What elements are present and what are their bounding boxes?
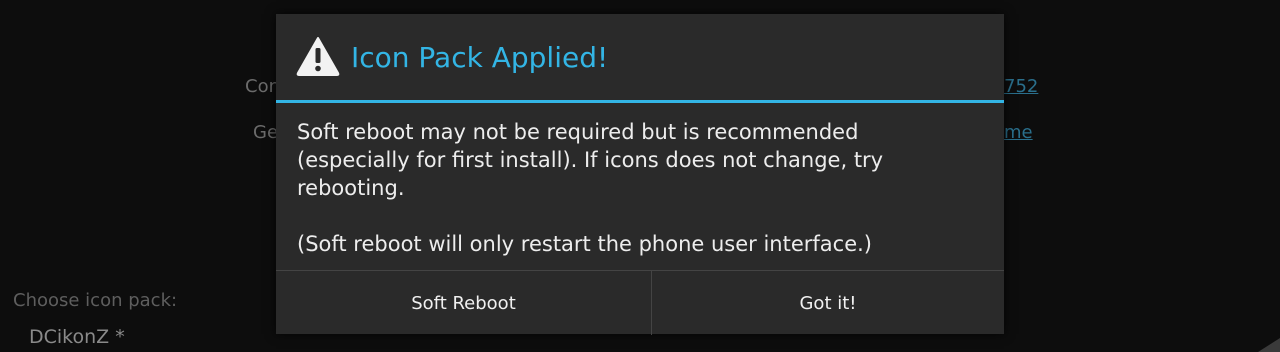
dialog-title: Icon Pack Applied! (351, 41, 609, 74)
background-text-fragment: Ge (253, 122, 279, 143)
icon-pack-selector[interactable]: DCikonZ * (29, 326, 125, 348)
choose-icon-pack-label: Choose icon pack: (13, 290, 178, 311)
dialog-message-line: (Soft reboot will only restart the phone… (297, 232, 872, 256)
background-link-fragment[interactable]: me (1004, 122, 1033, 143)
dialog-button-bar: Soft Reboot Got it! (276, 270, 1004, 335)
dialog-message: Soft reboot may not be required but is r… (297, 118, 987, 258)
dialog-header: Icon Pack Applied! (276, 14, 1004, 103)
dialog-message-line: rebooting. (297, 176, 405, 200)
got-it-button[interactable]: Got it! (652, 271, 1004, 335)
dialog-message-line: Soft reboot may not be required but is r… (297, 120, 859, 144)
background-link-fragment[interactable]: 752 (1004, 76, 1038, 97)
soft-reboot-button[interactable]: Soft Reboot (276, 271, 652, 335)
dialog-message-line: (especially for first install). If icons… (297, 148, 884, 172)
spinner-corner-indicator (1258, 338, 1280, 352)
background-text-fragment: Con (245, 76, 280, 97)
icon-pack-applied-dialog: Icon Pack Applied! Soft reboot may not b… (276, 14, 1004, 335)
warning-icon (296, 36, 340, 76)
